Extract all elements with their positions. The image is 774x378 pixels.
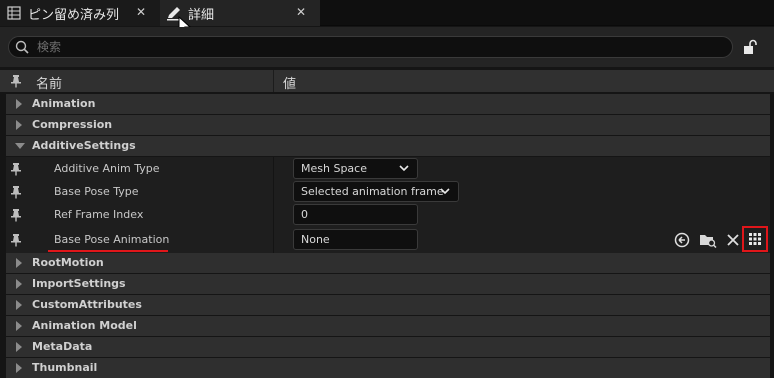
category-additive-settings[interactable]: AdditiveSettings bbox=[6, 136, 770, 156]
collapse-arrow-icon[interactable] bbox=[15, 143, 25, 149]
property-name: Additive Anim Type bbox=[54, 162, 160, 175]
property-name: Base Pose Animation bbox=[54, 233, 170, 246]
property-row-ref-frame-index: Ref Frame Index 0 bbox=[6, 203, 770, 226]
column-divider bbox=[273, 203, 274, 226]
expand-arrow-icon[interactable] bbox=[16, 363, 22, 373]
pin-icon[interactable] bbox=[10, 74, 22, 88]
chevron-down-icon bbox=[399, 165, 409, 172]
column-divider bbox=[273, 180, 274, 203]
search-icon bbox=[15, 40, 29, 54]
category-label: MetaData bbox=[32, 340, 93, 353]
column-header: 名前 値 bbox=[0, 70, 774, 92]
pin-icon[interactable] bbox=[10, 208, 22, 222]
property-name: Base Pose Type bbox=[54, 185, 139, 198]
expand-arrow-icon[interactable] bbox=[16, 99, 22, 109]
category-metadata[interactable]: MetaData bbox=[6, 337, 770, 357]
base-pose-animation-asset-field[interactable]: None bbox=[293, 229, 418, 250]
category-custom-attributes[interactable]: CustomAttributes bbox=[6, 295, 770, 315]
unlock-icon[interactable] bbox=[742, 39, 758, 55]
tab-pinned-columns[interactable]: ピン留め済み列 ✕ bbox=[0, 0, 160, 26]
tab-bar: ピン留め済み列 ✕ 詳細 ✕ bbox=[0, 0, 774, 26]
pin-icon[interactable] bbox=[10, 233, 22, 247]
property-row-base-pose-type: Base Pose Type Selected animation frame bbox=[6, 180, 770, 203]
category-compression[interactable]: Compression bbox=[6, 115, 770, 135]
category-label: Animation bbox=[32, 97, 96, 110]
search-row bbox=[0, 27, 774, 67]
expand-arrow-icon[interactable] bbox=[16, 258, 22, 268]
combo-value: Mesh Space bbox=[301, 162, 367, 175]
grid-list-icon bbox=[6, 5, 22, 21]
property-row-additive-anim-type: Additive Anim Type Mesh Space bbox=[6, 157, 770, 180]
category-label: AdditiveSettings bbox=[32, 139, 136, 152]
category-label: Animation Model bbox=[32, 319, 137, 332]
expand-arrow-icon[interactable] bbox=[16, 279, 22, 289]
use-selected-icon[interactable] bbox=[673, 231, 691, 249]
picker-grid-icon[interactable] bbox=[746, 230, 764, 248]
category-label: RootMotion bbox=[32, 256, 104, 269]
category-thumbnail[interactable]: Thumbnail bbox=[6, 358, 770, 378]
column-splitter[interactable] bbox=[273, 70, 274, 92]
category-import-settings[interactable]: ImportSettings bbox=[6, 274, 770, 294]
column-divider bbox=[273, 157, 274, 180]
category-label: Compression bbox=[32, 118, 113, 131]
category-animation-model[interactable]: Animation Model bbox=[6, 316, 770, 336]
expand-arrow-icon[interactable] bbox=[16, 120, 22, 130]
highlight-underline bbox=[48, 250, 168, 252]
additive-anim-type-combo[interactable]: Mesh Space bbox=[293, 158, 418, 179]
value-column-header[interactable]: 値 bbox=[283, 73, 296, 92]
category-label: ImportSettings bbox=[32, 277, 126, 290]
chevron-down-icon bbox=[440, 188, 450, 195]
category-animation[interactable]: Animation bbox=[6, 94, 770, 114]
expand-arrow-icon[interactable] bbox=[16, 342, 22, 352]
base-pose-type-combo[interactable]: Selected animation frame bbox=[293, 181, 459, 202]
close-icon[interactable]: ✕ bbox=[294, 4, 308, 20]
pin-icon[interactable] bbox=[10, 185, 22, 199]
property-name: Ref Frame Index bbox=[54, 208, 144, 221]
category-label: CustomAttributes bbox=[32, 298, 142, 311]
name-column-header[interactable]: 名前 bbox=[36, 73, 62, 92]
pin-icon[interactable] bbox=[10, 162, 22, 176]
search-box[interactable] bbox=[8, 36, 733, 58]
close-icon[interactable]: ✕ bbox=[134, 4, 148, 20]
tab-label: ピン留め済み列 bbox=[28, 7, 120, 23]
category-root-motion[interactable]: RootMotion bbox=[6, 253, 770, 273]
column-divider bbox=[273, 226, 274, 254]
category-label: Thumbnail bbox=[32, 361, 98, 374]
search-input[interactable] bbox=[37, 38, 717, 56]
clear-icon[interactable] bbox=[724, 231, 742, 249]
browse-asset-icon[interactable] bbox=[699, 231, 717, 249]
ref-frame-index-field[interactable]: 0 bbox=[293, 204, 418, 225]
expand-arrow-icon[interactable] bbox=[16, 321, 22, 331]
expand-arrow-icon[interactable] bbox=[16, 300, 22, 310]
combo-value: Selected animation frame bbox=[301, 185, 444, 198]
